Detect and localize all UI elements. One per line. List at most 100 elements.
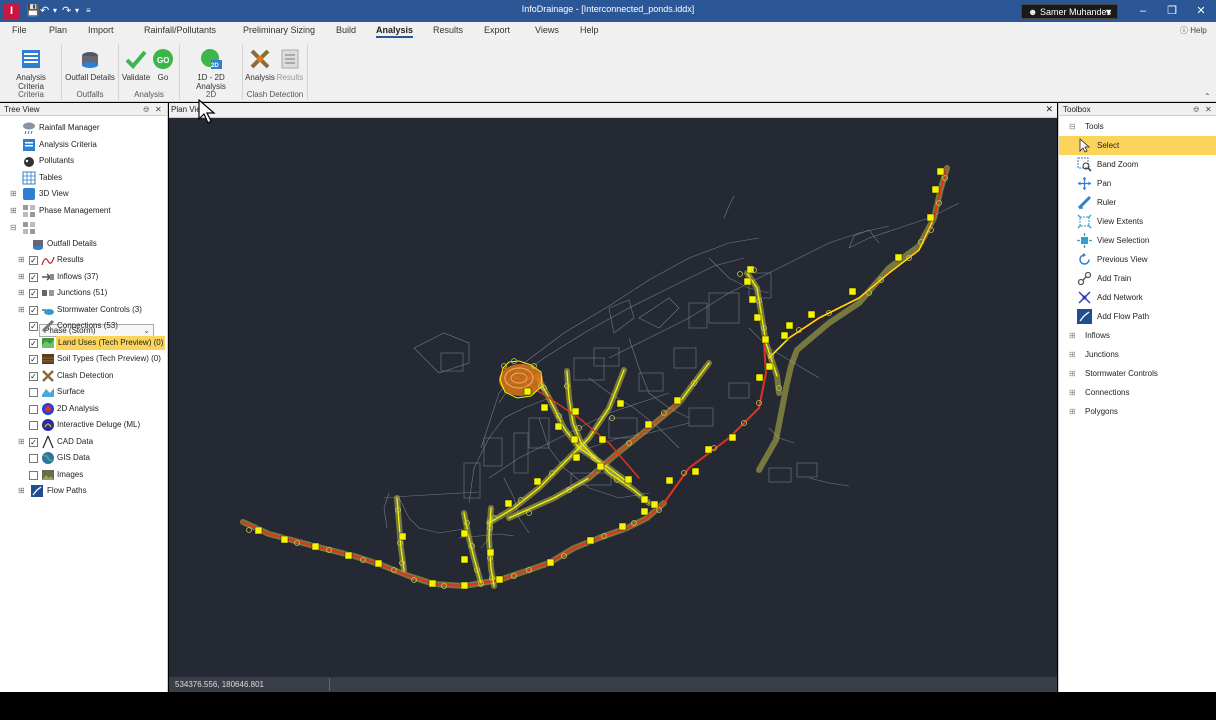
menu-preliminary-sizing[interactable]: Preliminary Sizing [243, 25, 315, 35]
toolbox-category-stormwater-controls[interactable]: ⊞ Stormwater Controls [1059, 364, 1216, 383]
user-name: Samer Muhandes [1040, 7, 1112, 17]
menu-views[interactable]: Views [535, 25, 559, 35]
tool-add-flow-path[interactable]: Add Flow Path [1059, 307, 1216, 326]
soil-types-checkbox[interactable]: ✓ [29, 355, 38, 364]
clash-detection-checkbox[interactable]: ✓ [29, 372, 38, 381]
toolbox-category-polygons[interactable]: ⊞ Polygons [1059, 402, 1216, 421]
tool-select[interactable]: Select [1059, 136, 1216, 155]
ribbon-collapse-icon[interactable]: ⌃ [1204, 92, 1211, 101]
cad-data-checkbox[interactable]: ✓ [29, 438, 38, 447]
menu-plan[interactable]: Plan [49, 25, 67, 35]
previous-view-icon [1079, 253, 1090, 265]
menu-build[interactable]: Build [336, 25, 356, 35]
close-icon[interactable]: ✕ [1045, 104, 1053, 115]
undo-icon[interactable]: ↶ [40, 4, 49, 18]
user-account-button[interactable]: ☻ Samer Muhandes ▼ [1021, 4, 1118, 19]
plan-view-panel[interactable]: Plan View ✕ 534376.556, 180646.801 [169, 103, 1057, 692]
outfall-icon [33, 240, 43, 250]
go-button[interactable]: Go [152, 48, 174, 82]
expand-icon[interactable]: ⊞ [18, 303, 27, 317]
save-icon[interactable]: 💾 [26, 4, 40, 18]
land-uses-checkbox[interactable]: ✓ [29, 339, 38, 348]
inflows-checkbox[interactable]: ✓ [29, 273, 38, 282]
menu-export[interactable]: Export [484, 25, 510, 35]
tool-previous-view[interactable]: Previous View [1059, 250, 1216, 269]
menu-analysis[interactable]: Analysis [376, 25, 414, 38]
images-checkbox[interactable] [29, 471, 38, 480]
minimize-button[interactable]: – [1133, 3, 1153, 19]
tool-band-zoom[interactable]: Band Zoom [1059, 155, 1216, 174]
redo-dropdown-icon[interactable]: ▾ [75, 4, 79, 18]
tool-add-network[interactable]: Add Network [1059, 288, 1216, 307]
coordinate-readout: 534376.556, 180646.801 [175, 680, 264, 689]
cad-data-icon [42, 435, 54, 449]
menu-import[interactable]: Import [88, 25, 114, 35]
validate-button[interactable]: Validate [121, 48, 151, 82]
close-icon[interactable]: ✕ [155, 103, 162, 116]
toolbox-category-inflows[interactable]: ⊞ Inflows [1059, 326, 1216, 345]
gis-data-checkbox[interactable] [29, 454, 38, 463]
chevron-down-icon: ▼ [1104, 7, 1113, 17]
expand-icon[interactable]: ⊞ [10, 187, 19, 201]
menu-rainfall-pollutants[interactable]: Rainfall/Pollutants [144, 25, 216, 35]
toolbox-title: Toolbox [1063, 105, 1091, 114]
phase-management-icon [23, 205, 35, 217]
menu-help[interactable]: Help [580, 25, 599, 35]
tool-pan[interactable]: Pan [1059, 174, 1216, 193]
tool-view-selection[interactable]: View Selection [1059, 231, 1216, 250]
collapse-icon[interactable]: ⊟ [10, 221, 19, 235]
tool-add-train[interactable]: Add Train [1059, 269, 1216, 288]
clash-results-button[interactable]: Results [276, 48, 304, 82]
analysis-criteria-button[interactable]: Analysis Criteria [4, 48, 58, 91]
expand-icon[interactable]: ⊞ [1069, 383, 1076, 402]
clash-analysis-button[interactable]: Analysis [245, 48, 275, 82]
junctions-checkbox[interactable]: ✓ [29, 289, 38, 298]
expand-icon[interactable]: ⊞ [18, 484, 27, 498]
results-checkbox[interactable]: ✓ [29, 256, 38, 265]
expand-icon[interactable]: ⊞ [18, 270, 27, 284]
collapse-icon[interactable]: ⊟ [1069, 117, 1076, 136]
pin-icon[interactable]: ⎊ [143, 103, 149, 116]
customize-qat-icon[interactable]: ≡ [86, 4, 91, 18]
expand-icon[interactable]: ⊞ [1069, 402, 1076, 421]
help-label: Help [1190, 26, 1207, 35]
tree-item-label: Surface [57, 387, 85, 396]
restore-button[interactable]: ❐ [1162, 3, 1182, 19]
toolbox-category-tools[interactable]: ⊟ Tools [1059, 117, 1216, 136]
ribbon-separator [179, 44, 180, 100]
toolbox-category-connections[interactable]: ⊞ Connections [1059, 383, 1216, 402]
outfall-details-button[interactable]: Outfall Details [64, 48, 116, 82]
analysis-1d-2d-button[interactable]: 1D - 2D Analysis [182, 48, 240, 91]
tree-item-label: Clash Detection [57, 371, 114, 380]
tree-item-label: Inflows (37) [57, 272, 99, 281]
connections-checkbox[interactable]: ✓ [29, 322, 38, 331]
expand-icon[interactable]: ⊞ [1069, 326, 1076, 345]
redo-icon[interactable]: ↷ [62, 4, 71, 18]
2d-analysis-checkbox[interactable] [29, 405, 38, 414]
undo-dropdown-icon[interactable]: ▾ [53, 4, 57, 18]
surface-checkbox[interactable] [29, 388, 38, 397]
drainage-network-canvas[interactable] [169, 118, 1057, 677]
expand-icon[interactable]: ⊞ [18, 253, 27, 267]
menu-results[interactable]: Results [433, 25, 463, 35]
pin-icon[interactable]: ⎊ [1193, 103, 1199, 116]
status-bar: 534376.556, 180646.801 [169, 677, 1057, 692]
menu-file[interactable]: File [12, 25, 27, 35]
surface-icon [42, 388, 54, 397]
stormwater-controls-icon [42, 309, 54, 315]
tool-ruler[interactable]: Ruler [1059, 193, 1216, 212]
expand-icon[interactable]: ⊞ [1069, 364, 1076, 383]
help-link[interactable]: ⓘ Help [1180, 25, 1207, 36]
view-extents-icon [1077, 214, 1092, 229]
expand-icon[interactable]: ⊞ [18, 435, 27, 449]
tool-view-extents[interactable]: View Extents [1059, 212, 1216, 231]
expand-icon[interactable]: ⊞ [1069, 345, 1076, 364]
expand-icon[interactable]: ⊞ [10, 204, 19, 218]
close-icon[interactable]: ✕ [1205, 103, 1212, 116]
validate-label: Validate [121, 73, 151, 82]
close-button[interactable]: ✕ [1191, 3, 1211, 19]
expand-icon[interactable]: ⊞ [18, 286, 27, 300]
toolbox-category-junctions[interactable]: ⊞ Junctions [1059, 345, 1216, 364]
interactive-deluge-checkbox[interactable] [29, 421, 38, 430]
stormwater-controls-checkbox[interactable]: ✓ [29, 306, 38, 315]
